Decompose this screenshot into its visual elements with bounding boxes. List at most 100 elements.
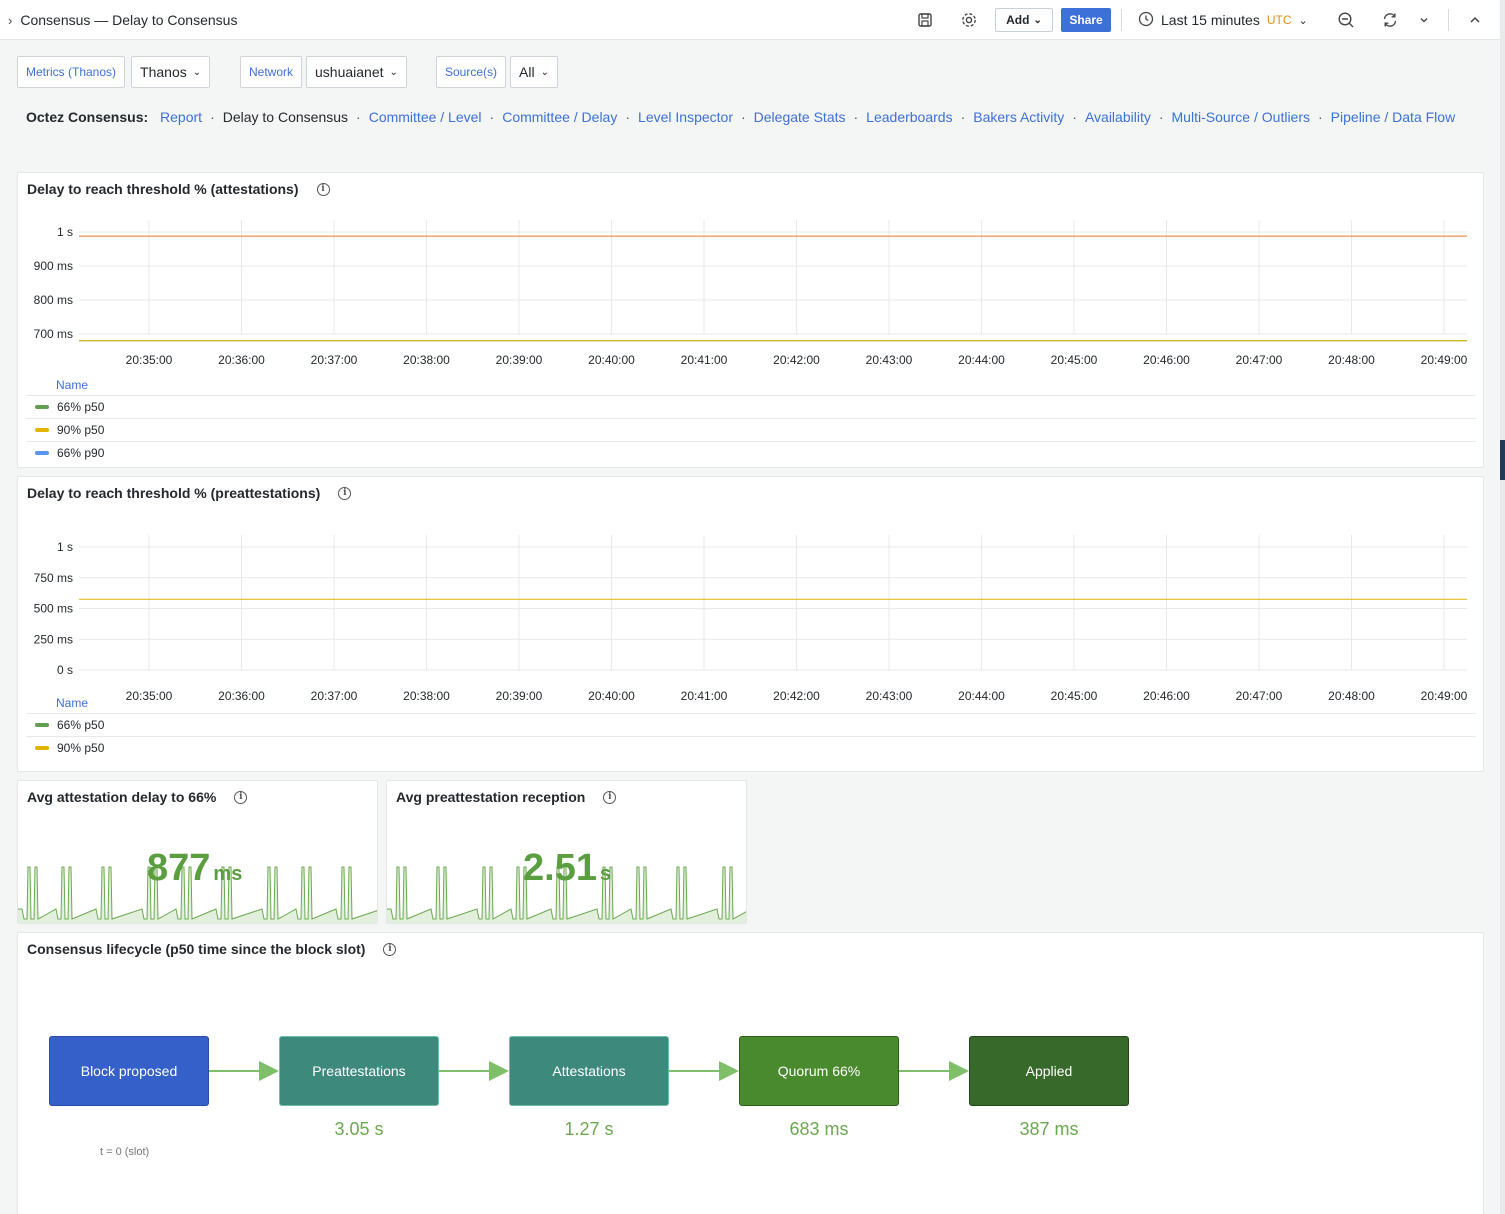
legend-label: 66% p50 [57,400,105,414]
variable-label: Source(s) [436,56,507,88]
refresh-icon[interactable] [1379,9,1401,31]
chevron-down-icon: ⌄ [389,66,398,78]
y-tick-label: 1 s [57,225,73,239]
y-tick-label: 700 ms [34,327,73,341]
dashboard-link[interactable]: Availability [1085,109,1151,125]
panel-title[interactable]: Avg preattestation reception i [396,789,617,805]
panel-title[interactable]: Delay to reach threshold % (preattestati… [27,485,352,501]
link-separator: · [489,109,495,125]
metrics-select[interactable]: Thanos ⌄ [131,56,211,88]
node-applied[interactable]: Applied [969,1036,1129,1106]
stat-unit: s [599,863,612,885]
variable-metrics: Metrics (Thanos) Thanos ⌄ [17,56,211,88]
dashboard-link[interactable]: Delay to Consensus [223,109,348,125]
node-value: 3.05 s [334,1119,384,1139]
sources-select[interactable]: All ⌄ [510,56,558,88]
node-preattestations[interactable]: Preattestations [279,1036,439,1106]
variable-network: Network ushuaianet ⌄ [240,56,407,88]
links-lead: Octez Consensus: [26,109,149,125]
panel-preattestations-delay: Delay to reach threshold % (preattestati… [17,476,1484,772]
x-tick-label: 20:48:00 [1328,353,1375,367]
y-tick-label: 900 ms [34,259,73,273]
dashboard-link[interactable]: Level Inspector [638,109,733,125]
stat-number: 877 [147,847,211,889]
panel-title[interactable]: Avg attestation delay to 66% i [27,789,248,805]
legend-item[interactable]: 66% p90 [26,441,1476,464]
legend-item[interactable]: 90% p50 [26,418,1476,441]
breadcrumb-title[interactable]: Consensus — Delay to Consensus [20,12,237,28]
x-tick-label: 20:44:00 [958,353,1005,367]
legend-swatch [35,746,49,750]
info-icon[interactable]: i [603,790,617,804]
info-icon[interactable]: i [234,790,248,804]
dashboard-link[interactable]: Multi-Source / Outliers [1172,109,1310,125]
timezone-label: UTC [1266,13,1292,27]
x-tick-label: 20:46:00 [1143,353,1190,367]
link-separator: · [210,109,215,125]
node-block-proposed[interactable]: Block proposed [49,1036,209,1106]
dashboard-link[interactable]: Pipeline / Data Flow [1331,109,1456,125]
dashboard-link[interactable]: Leaderboards [866,109,952,125]
panel-title-text: Delay to reach threshold % (preattestati… [27,485,321,501]
legend-header[interactable]: Name [26,375,1476,395]
refresh-interval-chevron-icon[interactable] [1413,9,1435,31]
x-tick-label: 20:42:00 [773,353,820,367]
time-range-label: Last 15 minutes [1161,12,1260,28]
network-select[interactable]: ushuaianet ⌄ [306,56,407,88]
dashboard-link[interactable]: Committee / Level [369,109,482,125]
gear-icon[interactable] [958,9,980,31]
legend: Name 66% p50 90% p50 66% p90 [26,375,1476,464]
node-value: 683 ms [789,1119,849,1139]
chevron-down-icon: ⌄ [540,66,549,78]
share-button[interactable]: Share [1061,8,1111,32]
dashboard-link[interactable]: Delegate Stats [754,109,846,125]
metrics-select-value: Thanos [140,64,187,80]
panel-title-text: Delay to reach threshold % (attestations… [27,181,299,197]
info-icon[interactable]: i [316,182,330,196]
panel-title[interactable]: Delay to reach threshold % (attestations… [27,181,330,197]
save-icon[interactable] [914,9,936,31]
legend: Name 66% p50 90% p50 [26,693,1476,759]
legend-item[interactable]: 66% p50 [26,395,1476,418]
node-value: 387 ms [1019,1119,1079,1139]
legend-header[interactable]: Name [26,693,1476,713]
legend-label: 90% p50 [57,741,105,755]
x-tick-label: 20:45:00 [1051,353,1098,367]
dashboard-link[interactable]: Report [160,109,202,125]
node-quorum[interactable]: Quorum 66% [739,1036,899,1106]
y-tick-label: 1 s [57,540,73,554]
chevron-up-icon[interactable] [1464,9,1486,31]
legend-swatch [35,405,49,409]
variable-sources: Source(s) All ⌄ [436,56,558,88]
panel-avg-attestation-delay: Avg attestation delay to 66% i 877 ms [17,780,378,924]
zoom-out-icon[interactable] [1335,9,1357,31]
chevron-down-icon: ⌄ [192,66,202,78]
x-tick-label: 20:36:00 [218,353,265,367]
time-range-picker[interactable]: Last 15 minutes UTC ⌄ [1138,10,1308,30]
legend-swatch [35,723,49,727]
dashboard-link[interactable]: Committee / Delay [502,109,617,125]
x-tick-label: 20:49:00 [1421,353,1468,367]
legend-swatch [35,428,49,432]
node-attestations[interactable]: Attestations [509,1036,669,1106]
legend-swatch [35,451,49,455]
panel-consensus-lifecycle: Consensus lifecycle (p50 time since the … [17,932,1484,1214]
dashboard-link[interactable]: Bakers Activity [973,109,1064,125]
breadcrumb: › Consensus — Delay to Consensus [8,12,237,28]
stat-unit: ms [213,863,243,885]
add-button[interactable]: Add ⌄ [995,8,1053,32]
edge-block [1500,440,1505,480]
x-tick-label: 20:35:00 [126,353,173,367]
legend-item[interactable]: 66% p50 [26,713,1476,736]
legend-item[interactable]: 90% p50 [26,736,1476,759]
chevron-down-icon: ⌄ [1033,14,1042,26]
link-separator: · [1072,109,1077,125]
chevron-right-icon[interactable]: › [8,13,12,28]
panel-title-text: Avg preattestation reception [396,789,586,805]
x-tick-label: 20:39:00 [496,353,543,367]
link-separator: · [1158,109,1164,125]
info-icon[interactable]: i [338,486,352,500]
link-separator: · [625,109,631,125]
panel-avg-preattestation-reception: Avg preattestation reception i 2.51 s [386,780,747,924]
link-separator: · [356,109,361,125]
